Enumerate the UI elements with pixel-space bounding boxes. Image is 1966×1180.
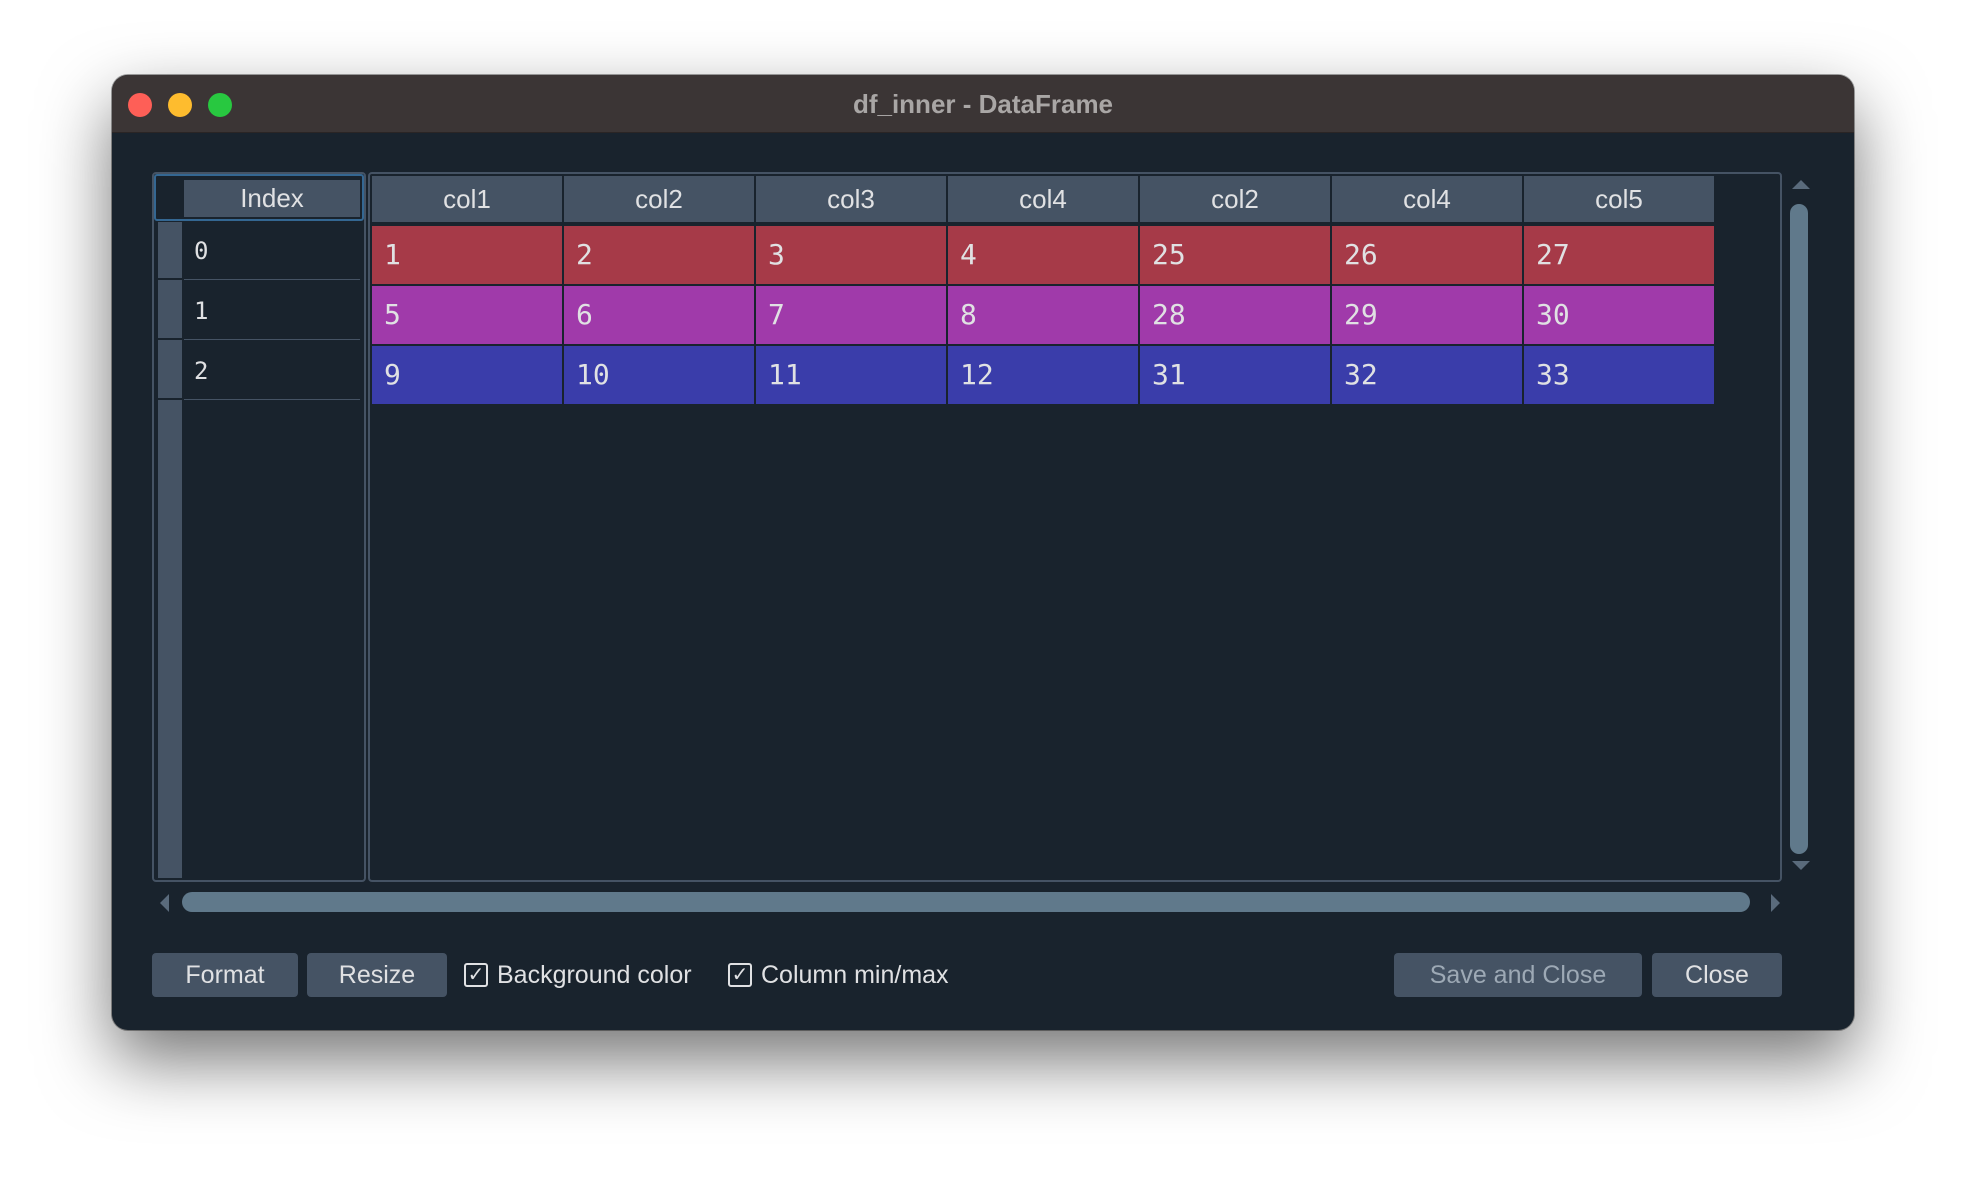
window-title: df_inner - DataFrame [852,89,1114,119]
column-header[interactable]: col5 [1524,176,1716,222]
table-cell[interactable]: 10 [564,346,756,404]
column-header[interactable]: col4 [948,176,1140,222]
table-cell[interactable]: 11 [756,346,948,404]
index-panel: Index 012 [152,172,366,882]
title-bar: df_inner - DataFrame [112,75,1854,133]
table-cell[interactable]: 1 [372,226,564,284]
table-cell[interactable]: 9 [372,346,564,404]
table-cell[interactable]: 27 [1524,226,1716,284]
scroll-down-icon[interactable] [1792,861,1810,870]
scroll-right-icon[interactable] [1771,894,1780,912]
close-button[interactable]: Close [1652,953,1782,997]
data-table: col1 col2 col3 col4 col2 col4 col5 1 2 3 4 25 26 27 5… [368,172,1782,882]
table-cell[interactable]: 4 [948,226,1140,284]
table-cell[interactable]: 3 [756,226,948,284]
horizontal-scroll-thumb[interactable] [182,892,1750,912]
vertical-scroll-thumb[interactable] [1790,204,1808,854]
table-cell[interactable]: 5 [372,286,564,344]
dataframe-window: df_inner - DataFrame Index 012 col1 col2 c… [112,75,1854,1030]
table-cell[interactable]: 2 [564,226,756,284]
column-header[interactable]: col1 [372,176,564,222]
background-color-label: Background color [497,961,692,989]
resize-button[interactable]: Resize [307,953,447,997]
format-button[interactable]: Format [152,953,298,997]
table-cell[interactable]: 12 [948,346,1140,404]
table-cell[interactable]: 33 [1524,346,1716,404]
background-color-checkbox[interactable]: ✓ [464,963,488,987]
table-cell[interactable]: 6 [564,286,756,344]
index-row-handle[interactable] [158,222,182,280]
table-cell[interactable]: 32 [1332,346,1524,404]
column-header[interactable]: col2 [564,176,756,222]
index-row[interactable]: 2 [184,342,360,400]
table-cell[interactable]: 8 [948,286,1140,344]
column-header[interactable]: col3 [756,176,948,222]
table-cell[interactable]: 25 [1140,226,1332,284]
scroll-left-icon[interactable] [160,894,169,912]
scroll-up-icon[interactable] [1792,180,1810,189]
vertical-scrollbar[interactable] [1786,180,1814,880]
table-cell[interactable]: 7 [756,286,948,344]
index-row[interactable]: 1 [184,282,360,340]
save-and-close-button[interactable]: Save and Close [1394,953,1642,997]
index-row[interactable]: 0 [184,222,360,280]
index-row-handle[interactable] [158,342,182,400]
index-header-cell[interactable]: Index [154,174,364,221]
column-minmax-label: Column min/max [761,961,949,989]
table-cell[interactable]: 28 [1140,286,1332,344]
table-cell[interactable]: 26 [1332,226,1524,284]
table-cell[interactable]: 29 [1332,286,1524,344]
column-header[interactable]: col2 [1140,176,1332,222]
column-minmax-checkbox[interactable]: ✓ [728,963,752,987]
horizontal-scrollbar[interactable] [160,890,1780,916]
index-header-label: Index [184,180,360,217]
table-cell[interactable]: 30 [1524,286,1716,344]
index-row-handle[interactable] [158,282,182,340]
table-cell[interactable]: 31 [1140,346,1332,404]
column-header[interactable]: col4 [1332,176,1524,222]
